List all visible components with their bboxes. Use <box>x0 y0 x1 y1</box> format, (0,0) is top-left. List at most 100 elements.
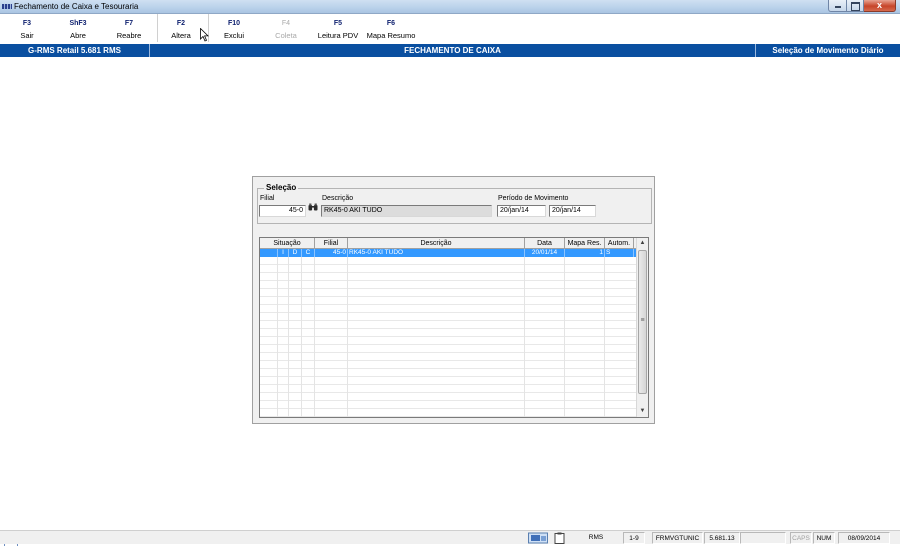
maximize-button[interactable] <box>847 0 864 12</box>
grid-line <box>314 305 315 313</box>
scroll-thumb[interactable] <box>638 250 647 394</box>
window-titlebar[interactable]: Fechamento de Caixa e Tesouraria x <box>0 0 900 14</box>
module-header: G-RMS Retail 5.681 RMS FECHAMENTO DE CAI… <box>0 44 900 57</box>
grid-line <box>524 305 525 313</box>
empty-table-row[interactable] <box>260 281 636 289</box>
binoculars-icon[interactable] <box>308 203 318 211</box>
col-filial[interactable]: Filial <box>315 238 348 249</box>
grid-line <box>347 329 348 337</box>
scroll-up-icon[interactable]: ▲ <box>637 238 648 249</box>
empty-table-row[interactable] <box>260 329 636 337</box>
status-user: RMS <box>588 534 604 541</box>
grid-line <box>564 409 565 417</box>
mouse-cursor-icon <box>200 28 209 42</box>
grid-line <box>524 281 525 289</box>
periodo-fim-input[interactable]: 20/jan/14 <box>549 205 596 217</box>
grid-line <box>524 321 525 329</box>
grid-line <box>301 273 302 281</box>
altera-button[interactable]: F2 Altera <box>167 19 195 43</box>
grid-line <box>288 313 289 321</box>
minimize-button[interactable] <box>828 0 847 12</box>
grid-line <box>277 369 278 377</box>
empty-table-row[interactable] <box>260 265 636 273</box>
col-autom[interactable]: Autom. <box>605 238 634 249</box>
altera-label: Altera <box>171 31 191 40</box>
col-descricao[interactable]: Descrição <box>348 238 525 249</box>
empty-table-row[interactable] <box>260 385 636 393</box>
empty-table-row[interactable] <box>260 305 636 313</box>
col-data[interactable]: Data <box>525 238 565 249</box>
grid-line <box>314 329 315 337</box>
empty-table-row[interactable] <box>260 345 636 353</box>
grid-line <box>314 297 315 305</box>
grid-line <box>288 321 289 329</box>
grid-line <box>288 273 289 281</box>
grid-line <box>301 329 302 337</box>
cell-data: 20/01/14 <box>525 249 565 257</box>
filial-label: Filial <box>260 195 275 202</box>
filial-input[interactable]: 45-0 <box>259 205 306 217</box>
grid-line <box>288 281 289 289</box>
empty-table-row[interactable] <box>260 257 636 265</box>
grid-line <box>564 361 565 369</box>
grid-line <box>314 281 315 289</box>
reabre-button[interactable]: F7 Reabre <box>114 19 144 43</box>
col-situacao[interactable]: Situação <box>260 238 315 249</box>
col-mapa-res[interactable]: Mapa Res. <box>565 238 605 249</box>
grid-line <box>301 337 302 345</box>
grid-line <box>604 321 605 329</box>
empty-table-row[interactable] <box>260 321 636 329</box>
grid-line <box>277 305 278 313</box>
empty-table-row[interactable] <box>260 337 636 345</box>
grid-line <box>347 257 348 265</box>
empty-table-row[interactable] <box>260 353 636 361</box>
grid-line <box>288 353 289 361</box>
empty-table-row[interactable] <box>260 289 636 297</box>
grid-line <box>524 393 525 401</box>
grid-line <box>524 337 525 345</box>
empty-table-row[interactable] <box>260 273 636 281</box>
empty-table-row[interactable] <box>260 361 636 369</box>
empty-table-row[interactable] <box>260 401 636 409</box>
grid-line <box>347 393 348 401</box>
leitura-pdv-button[interactable]: F5 Leitura PDV <box>316 19 360 43</box>
grid-line <box>277 409 278 417</box>
grid-line <box>301 385 302 393</box>
abre-button[interactable]: ShF3 Abre <box>64 19 92 43</box>
cell-blank <box>260 249 278 257</box>
grid-line <box>277 273 278 281</box>
close-button[interactable]: x <box>864 0 896 12</box>
grid-line <box>314 361 315 369</box>
grid-line <box>301 281 302 289</box>
exclui-button[interactable]: F10 Exclui <box>219 19 249 43</box>
periodo-inicio-input[interactable]: 20/jan/14 <box>497 205 546 217</box>
grid-line <box>604 369 605 377</box>
coleta-label: Coleta <box>275 31 297 40</box>
empty-table-row[interactable] <box>260 377 636 385</box>
empty-table-row[interactable] <box>260 297 636 305</box>
table-row[interactable]: I D C 45-0 RK45-0 AKI TUDO 20/01/14 1 S <box>260 249 636 257</box>
grid-line <box>314 401 315 409</box>
grid-line <box>604 297 605 305</box>
cell-filial: 45-0 <box>315 249 348 257</box>
scroll-down-icon[interactable]: ▼ <box>637 406 648 417</box>
sair-button[interactable]: F3 Sair <box>14 19 40 43</box>
grid-scrollbar[interactable]: ▲ ▼ <box>636 238 648 417</box>
grid-line <box>564 369 565 377</box>
empty-table-row[interactable] <box>260 393 636 401</box>
cell-descricao: RK45-0 AKI TUDO <box>348 249 525 257</box>
empty-table-row[interactable] <box>260 313 636 321</box>
cell-mapa-res: 1 <box>565 249 605 257</box>
grid-line <box>314 313 315 321</box>
grid-line <box>604 401 605 409</box>
mapa-resumo-button[interactable]: F6 Mapa Resumo <box>365 19 417 43</box>
grid-line <box>564 393 565 401</box>
coleta-button[interactable]: F4 Coleta <box>271 19 301 43</box>
empty-table-row[interactable] <box>260 409 636 417</box>
movimento-grid[interactable]: Situação Filial Descrição Data Mapa Res.… <box>259 237 649 418</box>
empty-table-row[interactable] <box>260 369 636 377</box>
grid-line <box>564 273 565 281</box>
status-num: NUM <box>813 532 835 544</box>
grid-line <box>288 265 289 273</box>
grid-body: I D C 45-0 RK45-0 AKI TUDO 20/01/14 1 S <box>260 249 636 417</box>
